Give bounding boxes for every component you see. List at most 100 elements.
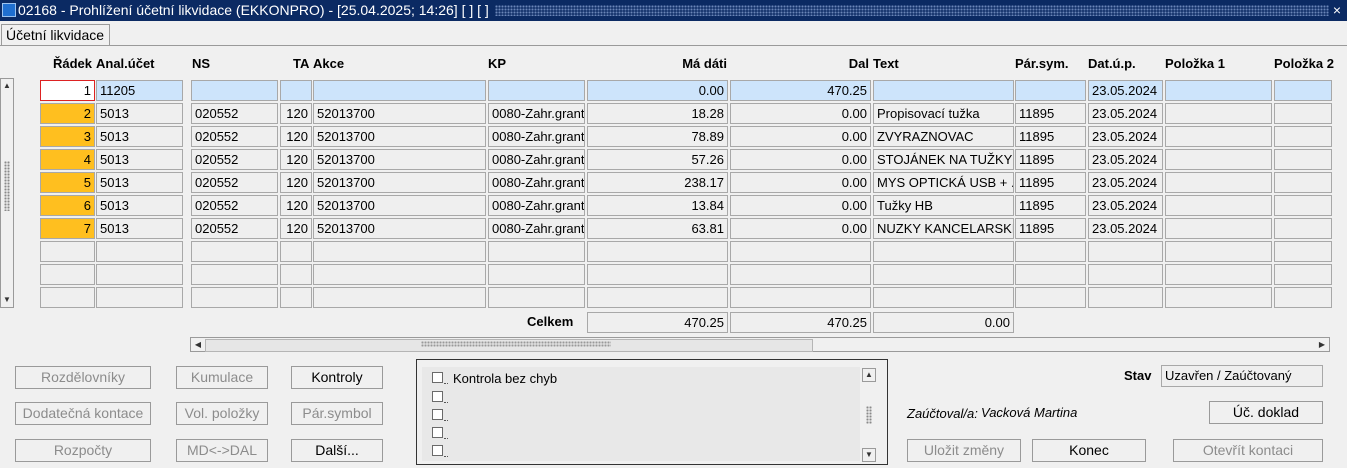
cell-par-sym[interactable]: 11895 (1015, 103, 1086, 124)
cell-anal-ucet[interactable]: 11205 (96, 80, 183, 101)
cell-ma-dati[interactable]: 13.84 (587, 195, 728, 216)
cell-anal-ucet[interactable] (96, 241, 183, 262)
cell-ta[interactable] (280, 264, 312, 285)
dalsi-button[interactable]: Další... (291, 439, 383, 462)
cell-radek[interactable]: 1 (40, 80, 95, 101)
cell-ta[interactable]: 120 (280, 195, 312, 216)
cell-dat-up[interactable]: 23.05.2024 (1088, 80, 1163, 101)
cell-dat-up[interactable]: 23.05.2024 (1088, 218, 1163, 239)
cell-dal[interactable]: 0.00 (730, 103, 871, 124)
cell-akce[interactable]: 52013700 (313, 195, 486, 216)
cell-radek[interactable] (40, 264, 95, 285)
tab-ucetni-likvidace[interactable]: Účetní likvidace (1, 24, 110, 46)
scroll-up-icon[interactable]: ▲ (1, 80, 13, 92)
cell-polozka-2[interactable] (1274, 103, 1332, 124)
cell-dat-up[interactable]: 23.05.2024 (1088, 172, 1163, 193)
cell-ta[interactable] (280, 241, 312, 262)
cell-kp[interactable]: 0080-Zahr.granty (488, 126, 585, 147)
cell-ns[interactable] (191, 241, 278, 262)
cell-radek[interactable]: 4 (40, 149, 95, 170)
cell-akce[interactable] (313, 241, 486, 262)
cell-kp[interactable]: 0080-Zahr.granty (488, 195, 585, 216)
cell-text[interactable]: Propisovací tužka (873, 103, 1014, 124)
cell-ma-dati[interactable] (587, 264, 728, 285)
cell-akce[interactable]: 52013700 (313, 103, 486, 124)
cell-polozka-2[interactable] (1274, 80, 1332, 101)
check-box[interactable] (432, 445, 443, 456)
cell-polozka-1[interactable] (1165, 241, 1272, 262)
cell-radek[interactable]: 7 (40, 218, 95, 239)
cell-dal[interactable]: 0.00 (730, 126, 871, 147)
cell-par-sym[interactable]: 11895 (1015, 172, 1086, 193)
grid-vertical-scrollbar[interactable]: ▲ ▼ (0, 78, 14, 308)
cell-par-sym[interactable] (1015, 80, 1086, 101)
cell-dat-up[interactable]: 23.05.2024 (1088, 149, 1163, 170)
cell-anal-ucet[interactable]: 5013 (96, 149, 183, 170)
kontroly-button[interactable]: Kontroly (291, 366, 383, 389)
check-box[interactable] (432, 391, 443, 402)
cell-polozka-1[interactable] (1165, 149, 1272, 170)
cell-ma-dati[interactable]: 63.81 (587, 218, 728, 239)
cell-dal[interactable] (730, 264, 871, 285)
cell-ma-dati[interactable]: 78.89 (587, 126, 728, 147)
cell-par-sym[interactable] (1015, 287, 1086, 308)
kumulace-button[interactable]: Kumulace (176, 366, 268, 389)
cell-ta[interactable] (280, 287, 312, 308)
cell-text[interactable]: MYS OPTICKÁ USB + ... (873, 172, 1014, 193)
cell-kp[interactable] (488, 241, 585, 262)
cell-polozka-1[interactable] (1165, 172, 1272, 193)
scroll-right-icon[interactable]: ▶ (1316, 338, 1328, 351)
konec-button[interactable]: Konec (1032, 439, 1146, 462)
otevrit-kontaci-button[interactable]: Otevřít kontaci (1173, 439, 1323, 462)
cell-ta[interactable]: 120 (280, 149, 312, 170)
cell-dat-up[interactable]: 23.05.2024 (1088, 195, 1163, 216)
cell-akce[interactable]: 52013700 (313, 126, 486, 147)
cell-dal[interactable]: 0.00 (730, 195, 871, 216)
cell-anal-ucet[interactable]: 5013 (96, 103, 183, 124)
cell-kp[interactable]: 0080-Zahr.granty (488, 218, 585, 239)
cell-dat-up[interactable]: 23.05.2024 (1088, 126, 1163, 147)
cell-radek[interactable] (40, 287, 95, 308)
cell-dat-up[interactable] (1088, 241, 1163, 262)
cell-ns[interactable] (191, 80, 278, 101)
cell-ta[interactable]: 120 (280, 126, 312, 147)
cell-anal-ucet[interactable]: 5013 (96, 126, 183, 147)
cell-text[interactable]: STOJÁNEK NA TUŽKY (873, 149, 1014, 170)
cell-akce[interactable] (313, 80, 486, 101)
cell-polozka-1[interactable] (1165, 80, 1272, 101)
cell-polozka-1[interactable] (1165, 287, 1272, 308)
md-dal-button[interactable]: MD<->DAL (176, 439, 268, 462)
cell-ns[interactable] (191, 287, 278, 308)
cell-ns[interactable]: 020552 (191, 103, 278, 124)
cell-radek[interactable] (40, 241, 95, 262)
cell-text[interactable] (873, 264, 1014, 285)
cell-anal-ucet[interactable]: 5013 (96, 195, 183, 216)
ulozit-zmeny-button[interactable]: Uložit změny (907, 439, 1021, 462)
cell-text[interactable]: Tužky HB (873, 195, 1014, 216)
cell-ns[interactable]: 020552 (191, 149, 278, 170)
cell-polozka-2[interactable] (1274, 287, 1332, 308)
rozpocty-button[interactable]: Rozpočty (15, 439, 151, 462)
rozdelovniky-button[interactable]: Rozdělovníky (15, 366, 151, 389)
cell-par-sym[interactable]: 11895 (1015, 149, 1086, 170)
cell-dal[interactable] (730, 241, 871, 262)
cell-radek[interactable]: 3 (40, 126, 95, 147)
cell-dal[interactable]: 0.00 (730, 218, 871, 239)
cell-polozka-1[interactable] (1165, 218, 1272, 239)
cell-kp[interactable]: 0080-Zahr.granty (488, 149, 585, 170)
cell-anal-ucet[interactable] (96, 287, 183, 308)
cell-text[interactable] (873, 80, 1014, 101)
cell-kp[interactable] (488, 287, 585, 308)
cell-ma-dati[interactable]: 57.26 (587, 149, 728, 170)
scroll-left-icon[interactable]: ◀ (192, 338, 204, 351)
cell-anal-ucet[interactable]: 5013 (96, 218, 183, 239)
cell-kp[interactable]: 0080-Zahr.granty (488, 103, 585, 124)
cell-polozka-2[interactable] (1274, 172, 1332, 193)
grid-horizontal-scrollbar[interactable]: ◀ ▶ (190, 337, 1330, 352)
cell-text[interactable] (873, 287, 1014, 308)
cell-par-sym[interactable] (1015, 241, 1086, 262)
cell-text[interactable]: NUZKY KANCELARSKE (873, 218, 1014, 239)
scroll-down-icon[interactable]: ▼ (1, 294, 13, 306)
cell-dat-up[interactable]: 23.05.2024 (1088, 103, 1163, 124)
vol-polozky-button[interactable]: Vol. položky (176, 402, 268, 425)
